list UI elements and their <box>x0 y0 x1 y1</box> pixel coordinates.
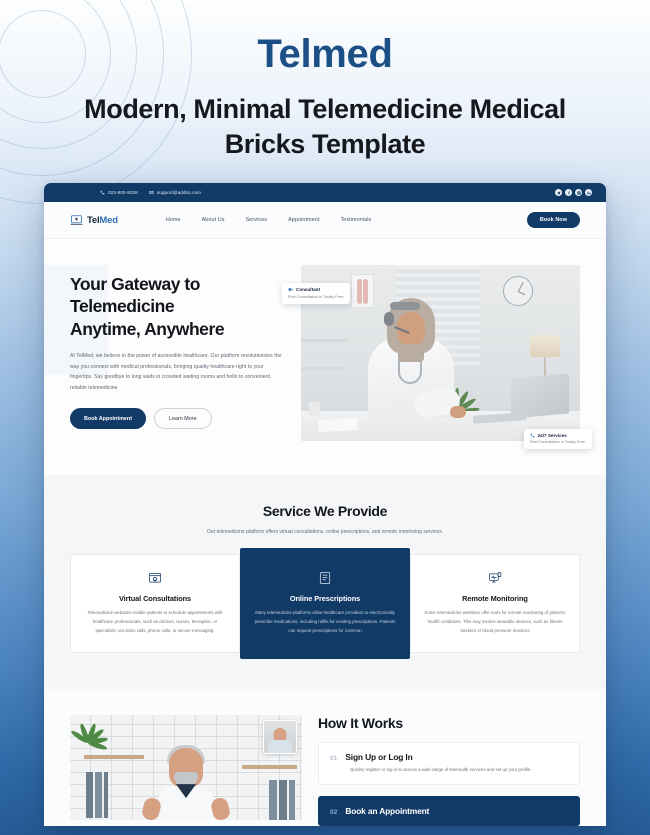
hero-badge-consultant-text: First Consultation is Totally Free. <box>288 293 345 299</box>
topbar-phone[interactable]: 023-900-8338 <box>100 190 138 195</box>
how-it-works-section: How It Works 01 Sign Up or Log In Quickl… <box>44 689 606 826</box>
site-logo[interactable]: TelMed <box>70 214 118 226</box>
step-title: Sign Up or Log In <box>345 752 413 763</box>
logo-text-part1: Tel <box>87 214 100 226</box>
how-it-works-steps: How It Works 01 Sign Up or Log In Quickl… <box>318 715 580 826</box>
hero-badge-consultant: Consultant First Consultation is Totally… <box>282 283 351 304</box>
service-card-title: Remote Monitoring <box>462 594 528 604</box>
topbar-phone-text: 023-900-8338 <box>108 190 138 196</box>
facebook-icon[interactable] <box>565 189 572 197</box>
nav-item-about-us[interactable]: About Us <box>202 217 225 223</box>
hero-badge-consultant-title: Consultant <box>296 287 320 293</box>
step-number: 02 <box>330 808 338 816</box>
hero-heading: Your Gateway to Telemedicine Anytime, An… <box>70 273 285 340</box>
hero-section: Your Gateway to Telemedicine Anytime, An… <box>44 239 606 476</box>
book-appointment-button[interactable]: Book Appointment <box>70 408 147 430</box>
hero-heading-line1: Your Gateway to <box>70 274 201 295</box>
logo-text-part2: Med <box>99 214 118 226</box>
learn-more-button[interactable]: Learn More <box>154 408 212 430</box>
services-section: Service We Provide Our telemedicine plat… <box>44 475 606 690</box>
step-header: 02 Book an Appointment <box>330 806 568 816</box>
service-card-remote-monitoring[interactable]: Remote Monitoring Some telemedicine webs… <box>410 554 580 654</box>
phone-icon <box>530 433 534 437</box>
nav-links: Home About Us Services Appointment Testi… <box>166 217 371 223</box>
hero-media: Consultant First Consultation is Totally… <box>282 265 592 450</box>
step-number: 01 <box>330 755 338 763</box>
hero-badge-services-title: 24/7 Services <box>537 432 567 438</box>
hero-heading-line3: Anytime, Anywhere <box>70 318 225 339</box>
instagram-icon[interactable] <box>575 189 582 197</box>
showcase-header: Telmed Modern, Minimal Telemedicine Medi… <box>0 0 650 161</box>
site-logo-text: TelMed <box>87 215 118 226</box>
monitor-heart-icon <box>423 570 567 586</box>
hero-badge-consultant-header: Consultant <box>288 287 344 292</box>
twitter-icon[interactable] <box>555 189 562 197</box>
step-text: Quickly register or log in to access a w… <box>350 767 532 773</box>
how-it-works-photo-video-call <box>70 715 302 821</box>
nav-item-appointment[interactable]: Appointment <box>288 217 319 223</box>
nav-item-testimonials[interactable]: Testimonials <box>340 217 371 223</box>
prescription-icon <box>253 570 397 586</box>
hero-badge-services-text: First Consultation is Totally Free. <box>529 439 586 445</box>
topbar-email-text: support@addito.com <box>156 190 202 196</box>
hero-actions: Book Appointment Learn More <box>70 408 285 430</box>
hero-heading-line2: Telemedicine <box>70 296 175 317</box>
page-title: Telmed <box>257 32 393 76</box>
site-topbar: 023-900-8338 support@addito.com <box>44 183 606 203</box>
services-card-list: Virtual Consultations Telemedicine websi… <box>70 548 580 660</box>
video-consult-icon <box>288 288 293 291</box>
linkedin-icon[interactable] <box>585 189 592 197</box>
page-subtitle: Modern, Minimal Telemedicine Medical Bri… <box>84 94 566 159</box>
service-card-text: Many telemedicine platforms allow health… <box>254 610 396 633</box>
website-preview-mockup: 023-900-8338 support@addito.com TelMed H… <box>44 183 606 826</box>
how-it-works-step-1[interactable]: 01 Sign Up or Log In Quickly register or… <box>318 742 580 785</box>
services-subtitle: Our telemedicine platform offers virtual… <box>206 529 444 536</box>
site-navbar: TelMed Home About Us Services Appointmen… <box>44 202 606 240</box>
step-header: 01 Sign Up or Log In <box>330 752 568 762</box>
service-card-text: Telemedicine websites enable patients to… <box>87 610 223 633</box>
hero-paragraph: At TelMed, we believe in the power of ac… <box>70 353 282 391</box>
topbar-email[interactable]: support@addito.com <box>149 190 201 195</box>
service-card-online-prescriptions[interactable]: Online Prescriptions Many telemedicine p… <box>240 548 410 660</box>
nav-item-home[interactable]: Home <box>166 217 181 223</box>
hero-badge-services-header: 24/7 Services <box>530 433 586 438</box>
book-now-button[interactable]: Book Now <box>526 212 580 229</box>
video-call-icon <box>83 570 227 586</box>
nav-item-services[interactable]: Services <box>246 217 267 223</box>
social-links <box>555 189 592 197</box>
hero-copy: Your Gateway to Telemedicine Anytime, An… <box>70 265 285 441</box>
service-card-title: Virtual Consultations <box>118 594 192 604</box>
how-it-works-title: How It Works <box>318 715 403 732</box>
service-card-text: Some telemedicine websites offer tools f… <box>424 610 566 633</box>
telmed-logo-icon <box>70 215 83 225</box>
phone-icon <box>100 190 105 195</box>
how-it-works-step-2[interactable]: 02 Book an Appointment <box>318 795 580 826</box>
step-title: Book an Appointment <box>345 805 430 816</box>
picture-in-picture-self-view <box>263 720 297 755</box>
hero-badge-services: 24/7 Services First Consultation is Tota… <box>523 428 592 450</box>
mail-icon <box>149 191 154 195</box>
service-card-virtual-consultations[interactable]: Virtual Consultations Telemedicine websi… <box>70 554 240 654</box>
service-card-title: Online Prescriptions <box>289 594 361 604</box>
services-title: Service We Provide <box>262 503 388 520</box>
